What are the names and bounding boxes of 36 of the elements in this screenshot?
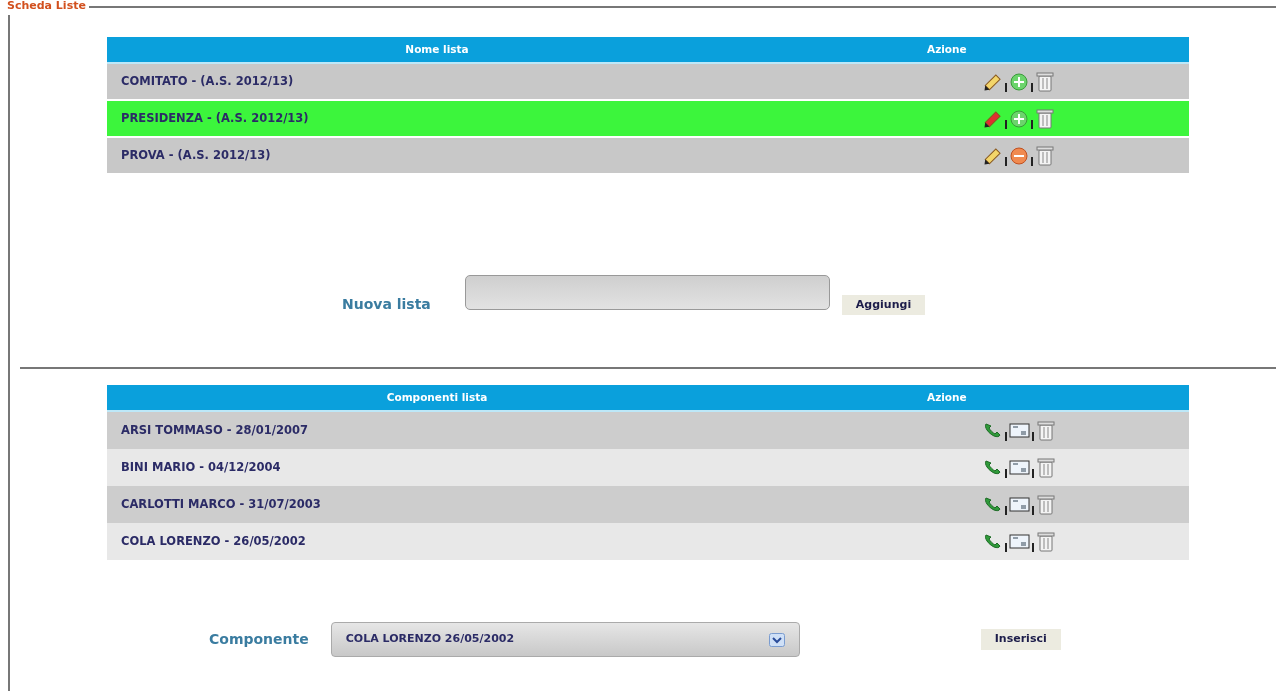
member-name: CARLOTTI MARCO - 31/07/2003 bbox=[121, 496, 321, 511]
input-field[interactable] bbox=[464, 275, 830, 310]
column-header: Componenti lista bbox=[386, 390, 488, 403]
trash-icon[interactable] bbox=[1036, 419, 1056, 442]
card-icon[interactable] bbox=[1009, 421, 1030, 440]
insert-button[interactable]: Inserisci bbox=[980, 629, 1061, 650]
trash-icon[interactable] bbox=[1036, 456, 1056, 479]
select-value: COLA LORENZO 26/05/2002 bbox=[345, 631, 515, 648]
column-header: Nome lista bbox=[405, 42, 469, 55]
trash-icon[interactable] bbox=[1035, 107, 1055, 130]
section-legend: Scheda Liste bbox=[4, 0, 89, 15]
card-icon[interactable] bbox=[1009, 532, 1030, 551]
card-icon[interactable] bbox=[1009, 495, 1030, 514]
list-row[interactable]: PRESIDENZA - (A.S. 2012/13) bbox=[107, 101, 1189, 138]
member-name: BINI MARIO - 04/12/2004 bbox=[121, 459, 281, 474]
plus-circle-icon[interactable] bbox=[1009, 71, 1029, 92]
field-label: Nuova lista bbox=[342, 295, 431, 314]
column-header: Azione bbox=[927, 42, 967, 55]
trash-icon[interactable] bbox=[1036, 493, 1056, 516]
member-select[interactable]: COLA LORENZO 26/05/2002 bbox=[330, 622, 800, 657]
minus-circle-icon[interactable] bbox=[1009, 145, 1029, 166]
plus-circle-icon[interactable] bbox=[1009, 108, 1029, 129]
trash-icon[interactable] bbox=[1035, 70, 1055, 93]
trash-icon[interactable] bbox=[1036, 530, 1056, 553]
card-icon[interactable] bbox=[1009, 458, 1030, 477]
field-label: Componente bbox=[209, 630, 309, 649]
column-header: Azione bbox=[927, 390, 967, 403]
member-name: ARSI TOMMASO - 28/01/2007 bbox=[121, 422, 308, 437]
trash-icon[interactable] bbox=[1035, 144, 1055, 167]
member-name: COLA LORENZO - 26/05/2002 bbox=[121, 533, 306, 548]
list-row[interactable]: PROVA - (A.S. 2012/13) bbox=[107, 138, 1189, 175]
list-row[interactable]: COMITATO - (A.S. 2012/13) bbox=[107, 64, 1189, 101]
list-name: PROVA - (A.S. 2012/13) bbox=[121, 147, 271, 162]
list-name: PRESIDENZA - (A.S. 2012/13) bbox=[121, 110, 309, 125]
list-name: COMITATO - (A.S. 2012/13) bbox=[121, 73, 294, 88]
add-button[interactable]: Aggiungi bbox=[841, 294, 926, 315]
